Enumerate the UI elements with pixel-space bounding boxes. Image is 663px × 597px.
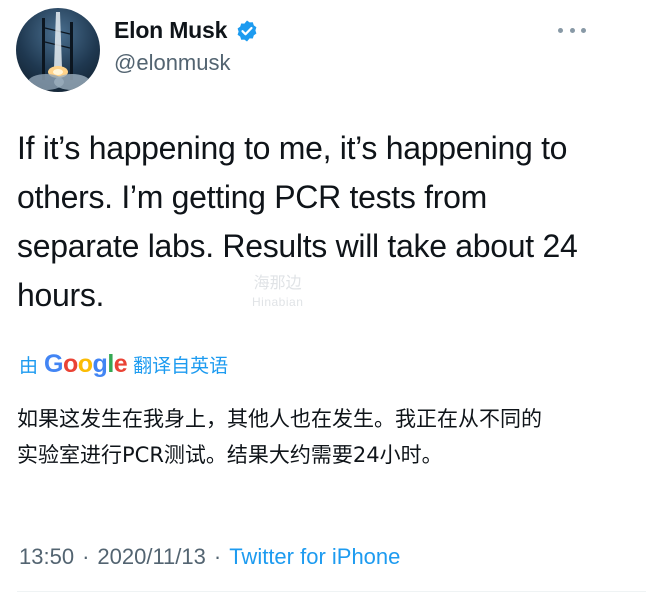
translated-text: 如果这发生在我身上，其他人也在发生。我正在从不同的实验室进行PCR测试。结果大约… xyxy=(17,407,542,467)
translation-attribution[interactable]: 由 Google 翻译自英语 xyxy=(19,350,228,379)
avatar[interactable] xyxy=(16,8,100,92)
verified-badge-icon xyxy=(237,20,257,41)
tweet-card: Elon Musk @elonmusk If it’s happening to… xyxy=(0,0,663,597)
watermark: 海那边 Hinabian xyxy=(252,275,303,311)
author-display-name[interactable]: Elon Musk xyxy=(114,17,227,44)
meta-separator: · xyxy=(82,544,90,569)
tweet-meta: 13:50 · 2020/11/13 · Twitter for iPhone xyxy=(19,544,400,570)
tweet-text: If it’s happening to me, it’s happening … xyxy=(17,130,578,313)
tweet-source-link[interactable]: Twitter for iPhone xyxy=(229,544,400,570)
rocket-launch-avatar-image xyxy=(28,12,90,90)
translation-prefix: 由 xyxy=(19,356,39,377)
google-logo: Google xyxy=(44,350,128,378)
tweet-date[interactable]: 2020/11/13 xyxy=(97,544,205,570)
meta-separator: · xyxy=(213,544,222,569)
translation-suffix: 翻译自英语 xyxy=(133,356,229,377)
watermark-text: 海那边 xyxy=(253,275,302,292)
author-name-row[interactable]: Elon Musk xyxy=(114,17,259,44)
author-handle[interactable]: @elonmusk xyxy=(114,50,231,76)
watermark-subtext: Hinabian xyxy=(252,295,304,309)
tweet-time[interactable]: 13:50 xyxy=(19,544,74,570)
divider xyxy=(17,591,646,592)
more-options-icon[interactable] xyxy=(558,22,586,38)
